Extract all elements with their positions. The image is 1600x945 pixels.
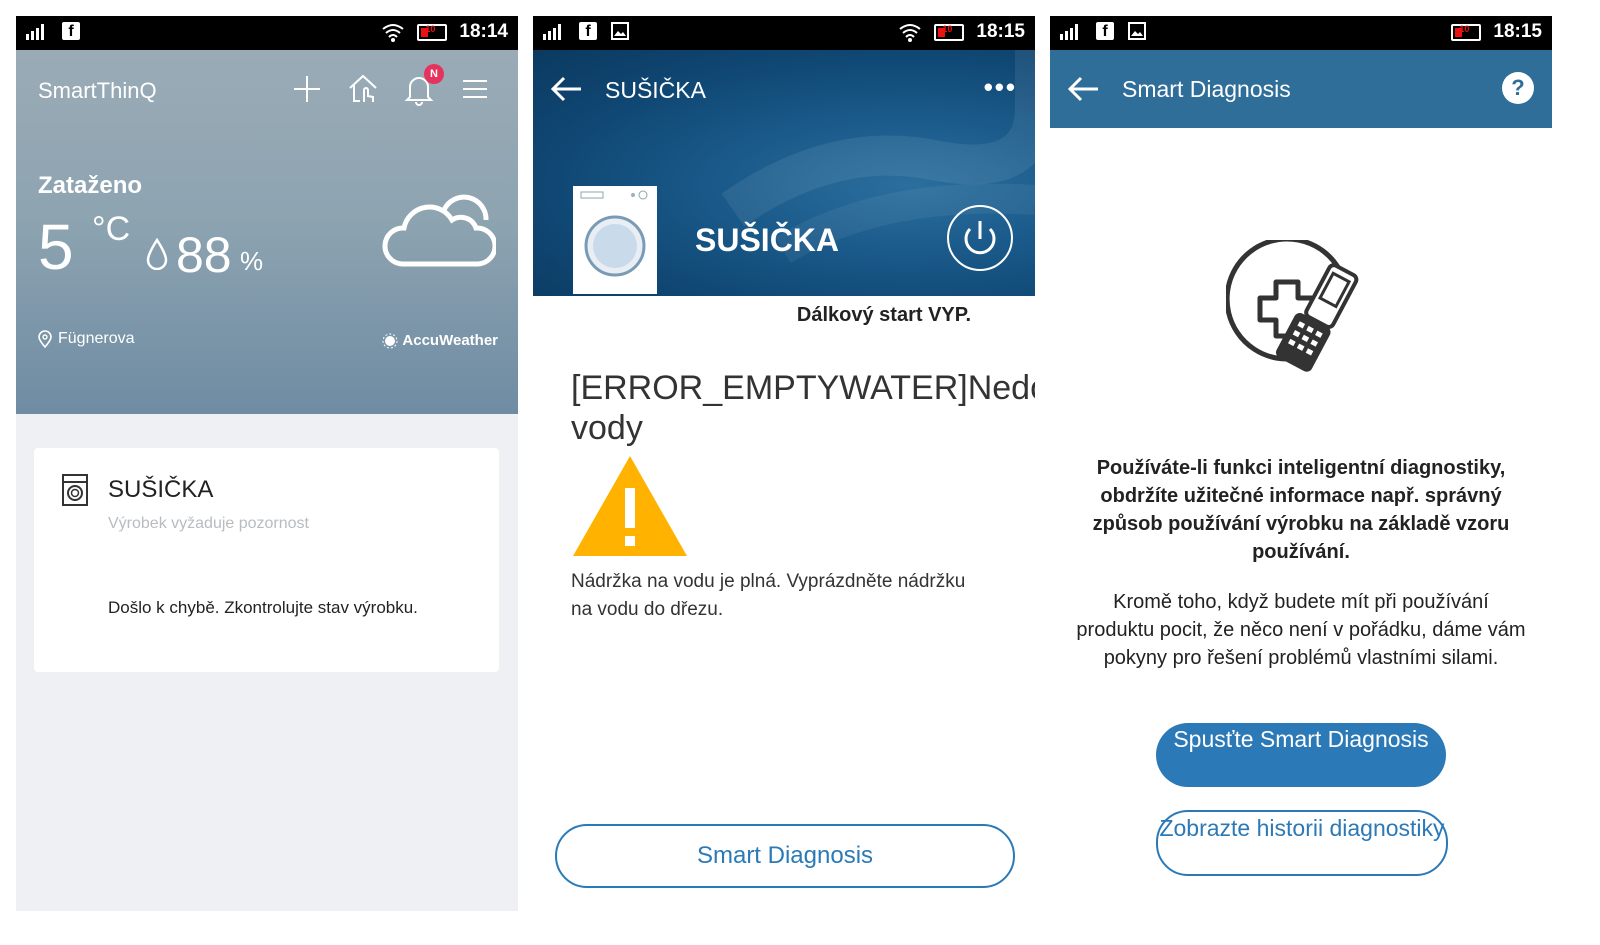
app-bar: SmartThinQ N <box>16 50 518 128</box>
battery-level: 10 <box>425 23 436 34</box>
dryer-image <box>573 186 657 294</box>
cloud-icon <box>382 194 496 267</box>
app-bar: Smart Diagnosis ? <box>1050 50 1552 128</box>
weather-panel[interactable]: SmartThinQ N Zataženo 5 °C 88 % Fügnerov… <box>16 50 518 414</box>
device-name: SUŠIČKA <box>695 222 840 258</box>
dryer-icon <box>62 474 88 506</box>
signal-icon <box>1060 24 1078 40</box>
warning-icon <box>573 456 687 556</box>
temperature-unit: °C <box>92 210 131 248</box>
menu-icon[interactable] <box>458 72 492 106</box>
power-button[interactable] <box>947 205 1013 271</box>
diagnosis-history-button[interactable]: Zobrazte historii diagnostiky <box>1156 810 1448 876</box>
device-header: SUŠIČKA ••• SUŠIČKA <box>533 50 1035 296</box>
battery-icon: 10 <box>1451 23 1482 41</box>
smart-diagnosis-screen: f 10 18:15 Smart Diagnosis ? Používáte-l… <box>1050 16 1552 911</box>
weather-provider-name: AccuWeather <box>402 332 498 349</box>
facebook-icon: f <box>62 22 80 40</box>
home-touch-icon[interactable] <box>346 72 380 106</box>
smart-diagnosis-button[interactable]: Smart Diagnosis <box>555 824 1015 888</box>
error-description: Nádržka na vodu je plná. Vyprázdněte nád… <box>571 571 966 620</box>
intro-paragraph: Používáte-li funkci inteligentní diagnos… <box>1092 457 1510 563</box>
image-icon <box>1128 22 1146 40</box>
device-message: Došlo k chybě. Zkontrolujte stav výrobku… <box>108 598 418 617</box>
help-paragraph: Kromě toho, když budete mít při používán… <box>1076 591 1526 669</box>
humidity-drop-icon <box>146 238 168 270</box>
notifications-button[interactable]: N <box>402 64 444 111</box>
location-name: Fügnerova <box>58 330 135 347</box>
back-arrow-icon[interactable] <box>549 74 583 104</box>
battery-level: 10 <box>1459 23 1470 34</box>
status-time: 18:15 <box>1493 21 1542 42</box>
battery-icon: 10 <box>934 23 965 41</box>
error-title: [ERROR_EMPTYWATER]Nedostatek vody <box>571 369 1035 447</box>
facebook-icon: f <box>1096 22 1114 40</box>
location-pin-icon <box>38 330 52 348</box>
app-title: SmartThinQ <box>38 78 157 103</box>
add-icon[interactable] <box>290 72 324 106</box>
status-bar: f 10 18:15 <box>1050 16 1552 50</box>
more-options-icon[interactable]: ••• <box>984 72 1017 103</box>
location: Fügnerova <box>38 330 135 348</box>
device-card[interactable]: SUŠIČKA Výrobek vyžaduje pozornost Došlo… <box>34 448 499 672</box>
battery-icon: 10 <box>417 23 448 41</box>
accuweather-sun-icon <box>382 333 398 348</box>
status-time: 18:15 <box>976 21 1025 42</box>
humidity-unit: % <box>240 246 264 276</box>
home-screen: f 10 18:14 SmartThinQ N Zataženo 5 °C 88 <box>16 16 518 911</box>
weather-provider: AccuWeather <box>382 332 498 349</box>
smart-diagnosis-icon <box>1226 240 1359 372</box>
device-screen: f 10 18:15 SUŠIČKA ••• SUŠIČKA Dálkový s… <box>533 16 1035 911</box>
wifi-icon <box>382 24 405 42</box>
header-title: Smart Diagnosis <box>1122 76 1291 102</box>
status-bar: f 10 18:14 <box>16 16 518 50</box>
help-icon[interactable]: ? <box>1502 72 1534 104</box>
device-status: Výrobek vyžaduje pozornost <box>108 515 309 532</box>
start-smart-diagnosis-button[interactable]: Spusťte Smart Diagnosis <box>1156 723 1446 787</box>
weather-condition: Zataženo <box>38 172 143 199</box>
back-arrow-icon[interactable] <box>1066 74 1100 104</box>
humidity-value: 88 <box>176 227 232 283</box>
power-icon <box>964 221 996 255</box>
image-icon <box>611 22 629 40</box>
device-name: SUŠIČKA <box>108 476 214 503</box>
header-title: SUŠIČKA <box>605 77 706 103</box>
notification-badge: N <box>424 64 444 84</box>
status-time: 18:14 <box>459 21 508 42</box>
temperature-value: 5 <box>38 211 74 283</box>
signal-icon <box>26 24 44 40</box>
battery-level: 10 <box>942 23 953 34</box>
remote-start-status: Dálkový start VYP. <box>796 304 972 326</box>
signal-icon <box>543 24 561 40</box>
status-bar: f 10 18:15 <box>533 16 1035 50</box>
wifi-icon <box>899 24 922 42</box>
facebook-icon: f <box>579 22 597 40</box>
